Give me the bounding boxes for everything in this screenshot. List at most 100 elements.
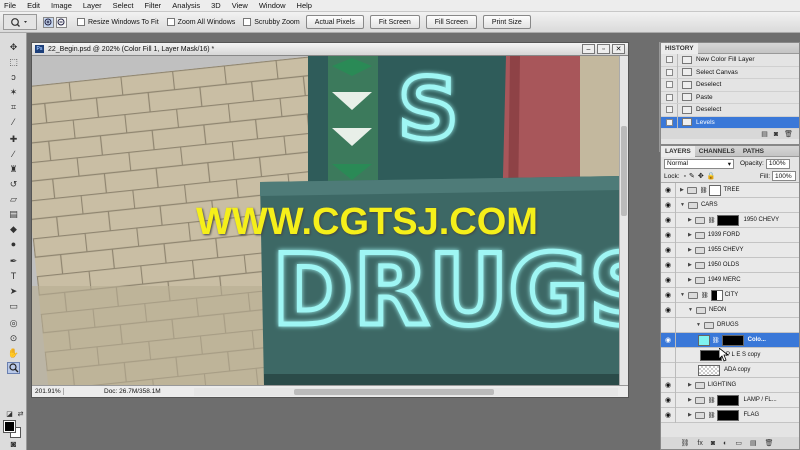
eyedropper-tool-icon[interactable]: ⁄ (7, 116, 20, 128)
zoom-all-windows-checkbox[interactable]: Zoom All Windows (166, 18, 235, 26)
foreground-color-swatch[interactable] (3, 420, 16, 433)
zoom-level-field[interactable]: 201.91% (32, 388, 64, 395)
layer-row[interactable]: ◉ ▶ 1949 MERC (661, 272, 799, 288)
layer-row[interactable]: ◉ ▶ ⛓ 1950 CHEVY (661, 212, 799, 228)
eye-icon[interactable]: ◉ (661, 227, 676, 243)
link-layers-icon[interactable]: ⛓ (681, 439, 690, 447)
tab-history[interactable]: HISTORY (661, 42, 698, 54)
menu-layer[interactable]: Layer (83, 1, 102, 10)
new-group-icon[interactable]: ▭ (735, 439, 742, 447)
menu-window[interactable]: Window (259, 1, 286, 10)
add-mask-icon[interactable]: ◙ (711, 440, 715, 447)
lock-pixels-icon[interactable]: ✎ (689, 172, 695, 180)
magic-wand-tool-icon[interactable]: ✶ (7, 86, 20, 98)
eye-icon[interactable]: ◉ (661, 392, 676, 408)
marquee-tool-icon[interactable]: ⬚ (7, 56, 20, 68)
minimize-button[interactable]: – (582, 44, 595, 54)
layer-row[interactable]: ◉ ▶ ⛓ FLAG (661, 407, 799, 423)
type-tool-icon[interactable]: T (7, 270, 20, 282)
healing-brush-tool-icon[interactable]: ✚ (7, 133, 20, 145)
layer-row[interactable]: ◉ ▼ ⛓ CITY (661, 287, 799, 303)
doc-size-info[interactable]: Doc: 26.7M/358.1M (64, 388, 194, 395)
new-layer-icon[interactable]: ▤ (750, 439, 757, 447)
layer-row[interactable]: ◉ ▶ ⛓ TREE (661, 182, 799, 198)
brush-tool-icon[interactable]: ∕ (7, 148, 20, 160)
layer-row[interactable]: ▼ DRUGS (661, 317, 799, 333)
zoom-tool-icon[interactable] (7, 362, 20, 374)
lasso-tool-icon[interactable]: ↄ (7, 71, 20, 83)
zoom-in-button[interactable] (43, 16, 54, 28)
new-snapshot-icon[interactable]: ▤ (761, 130, 768, 138)
menu-view[interactable]: View (232, 1, 248, 10)
pen-tool-icon[interactable]: ✒ (7, 255, 20, 267)
menu-image[interactable]: Image (51, 1, 72, 10)
adjustment-layer-icon[interactable]: ◐ (723, 440, 727, 447)
history-item[interactable]: Deselect (661, 78, 799, 92)
move-tool-icon[interactable]: ✥ (7, 41, 20, 53)
swap-colors-icon[interactable]: ⇄ (14, 408, 27, 420)
eye-icon[interactable]: ◉ (661, 377, 676, 393)
layer-row[interactable]: P L E S copy (661, 347, 799, 363)
history-item[interactable]: Paste (661, 91, 799, 104)
layer-row[interactable]: ◉ ▶ 1939 FORD (661, 227, 799, 243)
eye-icon[interactable]: ◉ (661, 257, 676, 273)
menu-3d[interactable]: 3D (211, 1, 221, 10)
hand-tool-icon[interactable]: ✋ (7, 347, 20, 359)
history-brush-tool-icon[interactable]: ↺ (7, 178, 20, 190)
fill-screen-button[interactable]: Fill Screen (425, 15, 477, 29)
tab-paths[interactable]: PATHS (739, 146, 768, 157)
tool-preset-picker[interactable] (3, 14, 37, 30)
menu-help[interactable]: Help (297, 1, 312, 10)
menu-edit[interactable]: Edit (27, 1, 40, 10)
crop-tool-icon[interactable]: ⌗ (7, 101, 20, 113)
eye-icon[interactable]: ◉ (661, 182, 676, 198)
eye-icon[interactable]: ◉ (661, 287, 676, 303)
trash-icon[interactable]: 🗑 (784, 130, 793, 138)
history-item-selected[interactable]: Levels (661, 116, 799, 129)
eye-icon[interactable]: ◉ (661, 212, 676, 228)
layer-row[interactable]: ◉ ▶ LIGHTING (661, 377, 799, 393)
menu-select[interactable]: Select (113, 1, 134, 10)
trash-icon[interactable]: 🗑 (765, 439, 774, 447)
resize-windows-checkbox[interactable]: Resize Windows To Fit (77, 18, 159, 26)
eraser-tool-icon[interactable]: ▱ (7, 193, 20, 205)
eye-icon[interactable]: ◉ (661, 332, 676, 348)
lock-position-icon[interactable]: ✥ (698, 172, 704, 180)
lock-all-icon[interactable]: 🔒 (707, 172, 716, 180)
eye-icon[interactable]: ◉ (661, 197, 676, 213)
fill-input[interactable]: 100% (772, 171, 796, 181)
layer-row[interactable]: ◉ ▶ 1950 OLDS (661, 257, 799, 273)
zoom-out-button[interactable] (56, 16, 67, 28)
path-selection-tool-icon[interactable]: ➤ (7, 285, 20, 297)
shape-tool-icon[interactable]: ▭ (7, 300, 20, 312)
camera-icon[interactable]: ◙ (774, 131, 778, 138)
print-size-button[interactable]: Print Size (482, 15, 531, 29)
document-tab[interactable]: Ps 22_Begin.psd @ 202% (Color Fill 1, La… (32, 43, 628, 56)
gradient-tool-icon[interactable]: ▤ (7, 208, 20, 220)
layer-row[interactable]: ◉ ▶ ⛓ LAMP / FL... (661, 392, 799, 408)
scrubby-zoom-checkbox[interactable]: Scrubby Zoom (243, 18, 300, 26)
lock-transparency-icon[interactable]: ▫ (684, 173, 686, 180)
3d-rotate-tool-icon[interactable]: ◎ (7, 317, 20, 329)
tab-channels[interactable]: CHANNELS (695, 146, 739, 157)
opacity-input[interactable]: 100% (765, 158, 790, 169)
menu-file[interactable]: File (4, 1, 16, 10)
horizontal-scrollbar[interactable] (194, 387, 618, 396)
history-item[interactable]: New Color Fill Layer (661, 53, 799, 67)
blend-mode-select[interactable]: Normal ▾ (664, 158, 734, 169)
eye-icon[interactable]: ◉ (661, 242, 676, 258)
fx-icon[interactable]: fx (697, 440, 702, 447)
3d-orbit-tool-icon[interactable]: ⊙ (7, 332, 20, 344)
dodge-tool-icon[interactable]: ● (7, 238, 20, 250)
blur-tool-icon[interactable]: ◆ (7, 223, 20, 235)
layer-row[interactable]: ◉ ▼ CARS (661, 197, 799, 213)
fit-screen-button[interactable]: Fit Screen (369, 15, 420, 29)
eye-icon[interactable]: ◉ (661, 302, 676, 318)
tab-layers[interactable]: LAYERS (661, 145, 695, 157)
clone-stamp-tool-icon[interactable]: ♜ (7, 163, 20, 175)
layer-row[interactable]: ◉ ▶ 1955 CHEVY (661, 242, 799, 258)
history-item[interactable]: Select Canvas (661, 66, 799, 79)
menu-analysis[interactable]: Analysis (172, 1, 200, 10)
close-button[interactable]: ✕ (612, 44, 625, 54)
layer-row-selected[interactable]: ◉ ⛓ Colo... (661, 332, 799, 348)
